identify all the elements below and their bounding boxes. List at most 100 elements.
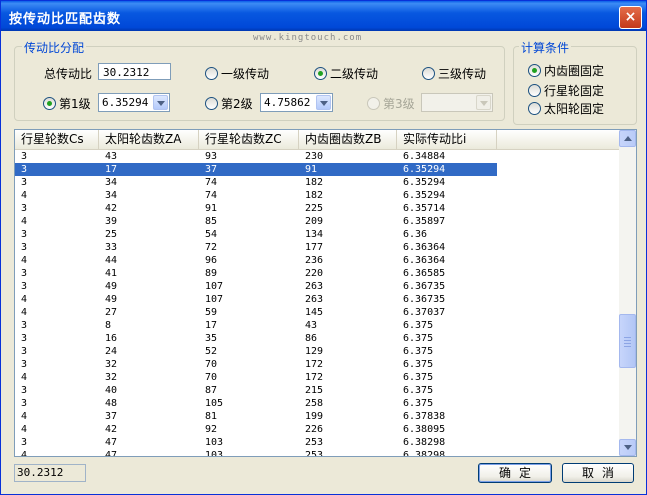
sun-fixed-label[interactable]: 太阳轮固定: [544, 100, 604, 117]
stage-one-label[interactable]: 一级传动: [221, 65, 269, 82]
table-cell: 253: [305, 450, 324, 456]
table-cell: 199: [305, 411, 324, 422]
planet-fixed-label[interactable]: 行星轮固定: [544, 82, 604, 99]
vertical-scrollbar[interactable]: [619, 130, 636, 456]
table-cell: 103: [205, 450, 224, 456]
table-cell: 24: [105, 346, 118, 357]
table-row[interactable]: 3 42 91 225 6.35714: [15, 202, 497, 215]
table-row[interactable]: 3 24 52 129 6.375: [15, 345, 497, 358]
cancel-button[interactable]: 取消: [562, 463, 634, 483]
table-cell: 105: [205, 398, 224, 409]
table-row[interactable]: 4 34 74 182 6.35294: [15, 189, 497, 202]
table-row[interactable]: 4 49 107 263 6.36735: [15, 293, 497, 306]
table-cell: 48: [105, 398, 118, 409]
table-cell: 35: [205, 333, 218, 344]
table-cell: 70: [205, 372, 218, 383]
table-cell: 3: [21, 203, 28, 214]
total-ratio-input[interactable]: 30.2312: [98, 63, 171, 80]
table-cell: 6.37838: [403, 411, 446, 422]
table-cell: 236: [305, 255, 324, 266]
table-row[interactable]: 4 37 81 199 6.37838: [15, 410, 497, 423]
table-cell: 37: [205, 164, 218, 175]
table-row[interactable]: 3 16 35 86 6.375: [15, 332, 497, 345]
table-cell: 3: [21, 346, 28, 357]
scroll-thumb[interactable]: [619, 314, 636, 368]
table-cell: 37: [105, 411, 118, 422]
table-cell: 6.375: [403, 346, 434, 357]
ring-fixed-label[interactable]: 内齿圈固定: [544, 62, 604, 79]
chevron-down-icon[interactable]: [316, 95, 331, 110]
table-cell: 89: [205, 268, 218, 279]
table-row[interactable]: 3 40 87 215 6.375: [15, 384, 497, 397]
table-row[interactable]: 3 49 107 263 6.36735: [15, 280, 497, 293]
table-cell: 4: [21, 372, 28, 383]
table-cell: 32: [105, 372, 118, 383]
table-row[interactable]: 4 47 103 253 6.38298: [15, 449, 497, 456]
table-cell: 6.375: [403, 398, 434, 409]
table-cell: 230: [305, 151, 324, 162]
window-title: 按传动比匹配齿数: [9, 12, 122, 27]
table-row[interactable]: 3 33 72 177 6.36364: [15, 241, 497, 254]
table-row[interactable]: 3 34 74 182 6.35294: [15, 176, 497, 189]
table-cell: 3: [21, 242, 28, 253]
level2-radio[interactable]: [205, 97, 218, 110]
table-row[interactable]: 3 41 89 220 6.36585: [15, 267, 497, 280]
level2-ratio-select[interactable]: 4.75862: [260, 93, 333, 112]
chevron-down-icon[interactable]: [153, 95, 168, 110]
table-cell: 4: [21, 190, 28, 201]
table-row[interactable]: 4 42 92 226 6.38095: [15, 423, 497, 436]
table-cell: 41: [105, 268, 118, 279]
table-cell: 6.38298: [403, 450, 446, 456]
table-cell: 86: [305, 333, 318, 344]
table-cell: 3: [21, 281, 28, 292]
table-row[interactable]: 3 47 103 253 6.38298: [15, 436, 497, 449]
stage-one-radio[interactable]: [205, 67, 218, 80]
table-row[interactable]: 4 27 59 145 6.37037: [15, 306, 497, 319]
scroll-down-icon[interactable]: [619, 439, 636, 456]
level2-label[interactable]: 第2级: [221, 95, 253, 112]
ok-button[interactable]: 确定: [478, 463, 552, 483]
table-cell: 3: [21, 268, 28, 279]
column-header-planet-teeth[interactable]: 行星轮齿数ZC: [199, 130, 299, 149]
table-cell: 92: [205, 424, 218, 435]
table-row[interactable]: 3 25 54 134 6.36: [15, 228, 497, 241]
sun-fixed-radio[interactable]: [528, 102, 541, 115]
table-row[interactable]: 3 17 37 91 6.35294: [15, 163, 497, 176]
column-header-ring-teeth[interactable]: 内齿圈齿数ZB: [299, 130, 397, 149]
table-cell: 6.375: [403, 333, 434, 344]
level1-radio[interactable]: [43, 97, 56, 110]
table-cell: 4: [21, 216, 28, 227]
table-row[interactable]: 3 8 17 43 6.375: [15, 319, 497, 332]
scroll-up-icon[interactable]: [619, 130, 636, 147]
table-cell: 42: [105, 203, 118, 214]
table-row[interactable]: 4 44 96 236 6.36364: [15, 254, 497, 267]
table-cell: 6.36: [403, 229, 428, 240]
column-header-actual-ratio[interactable]: 实际传动比i: [397, 130, 497, 149]
table-row[interactable]: 3 48 105 258 6.375: [15, 397, 497, 410]
column-header-planet-count[interactable]: 行星轮数Cs: [15, 130, 99, 149]
table-row[interactable]: 4 39 85 209 6.35897: [15, 215, 497, 228]
column-header-sun-teeth[interactable]: 太阳轮齿数ZA: [99, 130, 199, 149]
close-button[interactable]: ×: [619, 6, 642, 29]
table-row[interactable]: 3 43 93 230 6.34884: [15, 150, 497, 163]
ring-fixed-radio[interactable]: [528, 64, 541, 77]
table-cell: 182: [305, 190, 324, 201]
stage-three-radio[interactable]: [422, 67, 435, 80]
level1-label[interactable]: 第1级: [59, 95, 91, 112]
table-cell: 3: [21, 398, 28, 409]
table-row[interactable]: 3 32 70 172 6.375: [15, 358, 497, 371]
planet-fixed-radio[interactable]: [528, 84, 541, 97]
stage-three-label[interactable]: 三级传动: [438, 65, 486, 82]
stage-two-radio[interactable]: [314, 67, 327, 80]
title-bar[interactable]: 按传动比匹配齿数 ×: [1, 1, 646, 31]
table-row[interactable]: 4 32 70 172 6.375: [15, 371, 497, 384]
table-cell: 91: [205, 203, 218, 214]
table-cell: 3: [21, 333, 28, 344]
ratio-group-legend: 传动比分配: [22, 39, 87, 56]
table-cell: 215: [305, 385, 324, 396]
level1-ratio-select[interactable]: 6.35294: [98, 93, 170, 112]
results-table[interactable]: 行星轮数Cs 太阳轮齿数ZA 行星轮齿数ZC 内齿圈齿数ZB 实际传动比i 34…: [14, 129, 637, 457]
table-cell: 32: [105, 359, 118, 370]
stage-two-label[interactable]: 二级传动: [330, 65, 378, 82]
table-cell: 47: [105, 437, 118, 448]
